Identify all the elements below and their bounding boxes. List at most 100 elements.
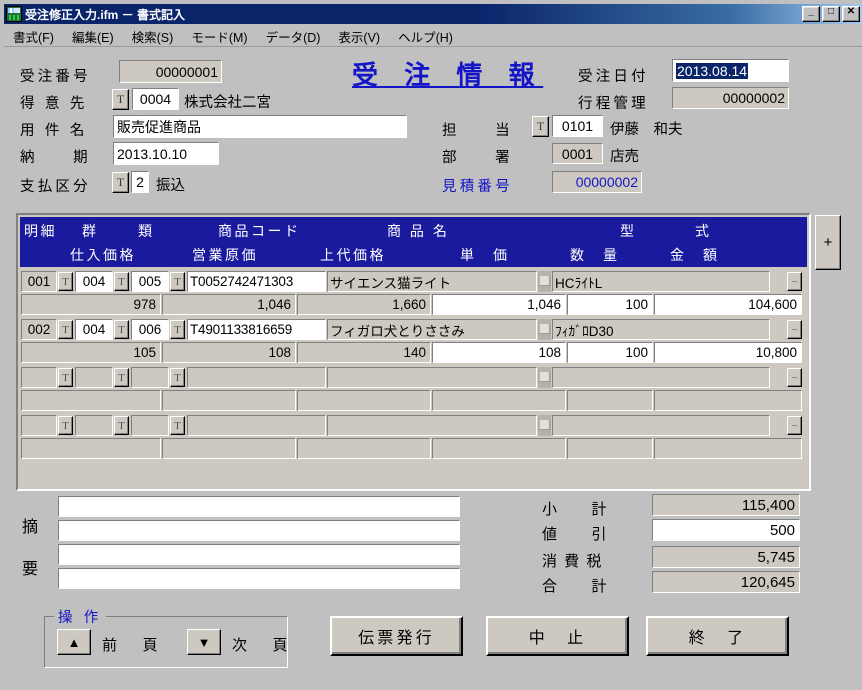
menu-search[interactable]: 検索(S) — [123, 26, 183, 47]
menu-help[interactable]: ヘルプ(H) — [389, 26, 462, 47]
row2-list-price[interactable]: 140 — [297, 342, 431, 363]
row3-delete-button[interactable]: − — [787, 368, 802, 387]
row1-unit-price[interactable]: 1,046 — [432, 294, 566, 315]
staff-lookup-button[interactable]: T — [532, 116, 549, 137]
row4-no-lookup-button[interactable]: T — [58, 416, 73, 435]
row3-group[interactable] — [75, 367, 113, 388]
row3-model[interactable] — [552, 367, 770, 388]
row1-delete-button[interactable]: − — [787, 272, 802, 291]
discount-input[interactable]: 500 — [652, 519, 800, 541]
quote-label: 見積番号 — [442, 179, 513, 195]
row1-no-lookup-button[interactable]: T — [58, 272, 73, 291]
maximize-button[interactable]: □ — [822, 6, 840, 22]
customer-code-input[interactable]: 0004 — [132, 88, 179, 110]
row1-product-name[interactable]: サイエンス猫ライト — [327, 271, 537, 292]
row2-kind[interactable]: 006 — [131, 319, 169, 340]
menu-mode[interactable]: モード(M) — [182, 26, 256, 47]
row2-no-lookup-button[interactable]: T — [58, 320, 73, 339]
row1-group-lookup-button[interactable]: T — [114, 272, 129, 291]
row2-product-code[interactable]: T4901133816659 — [187, 319, 326, 340]
row4-no[interactable] — [21, 415, 57, 436]
row3-kind[interactable] — [131, 367, 169, 388]
menu-data[interactable]: データ(D) — [257, 26, 330, 47]
row2-operating-cost[interactable]: 108 — [162, 342, 296, 363]
exit-button[interactable]: 終 了 — [646, 616, 789, 656]
row1-amount[interactable]: 104,600 — [654, 294, 802, 315]
row2-cost-price[interactable]: 105 — [21, 342, 161, 363]
row2-no[interactable]: 002 — [21, 319, 57, 340]
row3-unit-price[interactable] — [432, 390, 566, 411]
row4-group-lookup-button[interactable]: T — [114, 416, 129, 435]
table-row — [21, 437, 807, 460]
row1-group[interactable]: 004 — [75, 271, 113, 292]
row2-product-name[interactable]: フィガロ犬とりささみ — [327, 319, 537, 340]
col-header-qty: 数 量 — [570, 247, 620, 263]
subject-input[interactable]: 販売促進商品 — [113, 115, 407, 138]
row3-product-code[interactable] — [187, 367, 326, 388]
row3-list-price[interactable] — [297, 390, 431, 411]
menu-format[interactable]: 書式(F) — [4, 26, 63, 47]
row2-group-lookup-button[interactable]: T — [114, 320, 129, 339]
issue-slip-button[interactable]: 伝票発行 — [330, 616, 463, 656]
next-page-button[interactable]: ▼ — [187, 629, 221, 655]
row2-quantity[interactable]: 100 — [567, 342, 653, 363]
row1-product-code[interactable]: T0052742471303 — [187, 271, 326, 292]
remarks-line-3[interactable] — [58, 544, 460, 565]
row3-no-lookup-button[interactable]: T — [58, 368, 73, 387]
row3-amount[interactable] — [654, 390, 802, 411]
row1-quantity[interactable]: 100 — [567, 294, 653, 315]
row3-cost-price[interactable] — [21, 390, 161, 411]
row4-cost-price[interactable] — [21, 438, 161, 459]
row3-no[interactable] — [21, 367, 57, 388]
row2-delete-button[interactable]: − — [787, 320, 802, 339]
row1-kind[interactable]: 005 — [131, 271, 169, 292]
row1-no[interactable]: 001 — [21, 271, 57, 292]
row3-group-lookup-button[interactable]: T — [114, 368, 129, 387]
row1-kind-lookup-button[interactable]: T — [170, 272, 185, 291]
menu-edit[interactable]: 編集(E) — [63, 26, 123, 47]
row3-kind-lookup-button[interactable]: T — [170, 368, 185, 387]
row3-quantity[interactable] — [567, 390, 653, 411]
close-button[interactable]: ✕ — [842, 6, 860, 22]
row4-operating-cost[interactable] — [162, 438, 296, 459]
row1-cost-price[interactable]: 978 — [21, 294, 161, 315]
customer-lookup-button[interactable]: T — [112, 89, 129, 110]
col-header-amount: 金 額 — [670, 247, 720, 263]
row1-list-price[interactable]: 1,660 — [297, 294, 431, 315]
row1-operating-cost[interactable]: 1,046 — [162, 294, 296, 315]
remarks-line-2[interactable] — [58, 520, 460, 541]
row4-quantity[interactable] — [567, 438, 653, 459]
order-date-input[interactable]: 2013.08.14 — [672, 59, 789, 82]
row4-product-name[interactable] — [327, 415, 537, 436]
row2-unit-price[interactable]: 108 — [432, 342, 566, 363]
row4-model[interactable] — [552, 415, 770, 436]
row4-kind[interactable] — [131, 415, 169, 436]
row2-kind-lookup-button[interactable]: T — [170, 320, 185, 339]
remarks-line-1[interactable] — [58, 496, 460, 517]
cancel-button[interactable]: 中 止 — [486, 616, 629, 656]
delivery-date-input[interactable]: 2013.10.10 — [113, 142, 219, 165]
row2-model[interactable]: ﾌｨｶﾞﾛD30 — [552, 319, 770, 340]
row3-product-name[interactable] — [327, 367, 537, 388]
minimize-icon: _ — [808, 6, 814, 17]
payment-label: 支払区分 — [20, 179, 91, 195]
row4-unit-price[interactable] — [432, 438, 566, 459]
row4-group[interactable] — [75, 415, 113, 436]
row2-group[interactable]: 004 — [75, 319, 113, 340]
row3-operating-cost[interactable] — [162, 390, 296, 411]
row4-kind-lookup-button[interactable]: T — [170, 416, 185, 435]
payment-code-input[interactable]: 2 — [131, 171, 149, 193]
row2-amount[interactable]: 10,800 — [654, 342, 802, 363]
minimize-button[interactable]: _ — [802, 6, 820, 22]
row4-amount[interactable] — [654, 438, 802, 459]
row4-delete-button[interactable]: − — [787, 416, 802, 435]
menu-view[interactable]: 表示(V) — [329, 26, 389, 47]
add-row-button[interactable]: + — [815, 215, 841, 270]
prev-page-button[interactable]: ▲ — [57, 629, 91, 655]
row4-list-price[interactable] — [297, 438, 431, 459]
row4-product-code[interactable] — [187, 415, 326, 436]
row1-model[interactable]: HCﾗｲﾄL — [552, 271, 770, 292]
staff-code-input[interactable]: 0101 — [552, 115, 603, 137]
remarks-line-4[interactable] — [58, 568, 460, 589]
payment-lookup-button[interactable]: T — [112, 172, 129, 193]
